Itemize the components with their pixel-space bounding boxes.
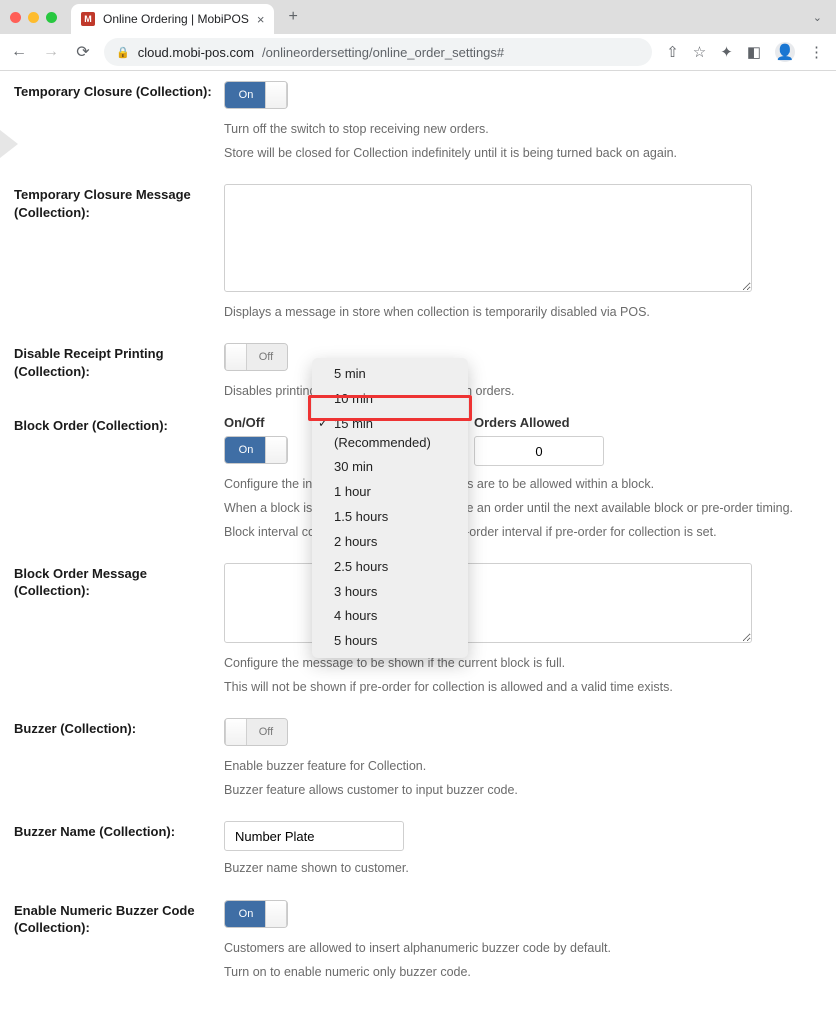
bookmark-icon[interactable]: ☆	[693, 43, 706, 61]
block-order-label: Block Order (Collection):	[14, 415, 224, 541]
orders-allowed-input[interactable]	[474, 436, 604, 466]
numeric-buzzer-label: Enable Numeric Buzzer Code (Collection):	[14, 900, 224, 981]
reload-button[interactable]: ⟳	[72, 42, 94, 62]
favicon-icon: M	[81, 12, 95, 26]
toggle-off-label: Off	[245, 719, 287, 745]
toggle-knob	[225, 344, 247, 370]
tab-overflow-icon[interactable]: ⌄	[813, 11, 836, 24]
buzzer-label: Buzzer (Collection):	[14, 718, 224, 799]
url-path: /onlineordersetting/online_order_setting…	[262, 45, 504, 60]
url-input[interactable]: 🔒 cloud.mobi-pos.com/onlineordersetting/…	[104, 38, 652, 66]
close-tab-icon[interactable]: ×	[257, 12, 265, 27]
interval-option[interactable]: 2.5 hours	[312, 555, 468, 580]
interval-option[interactable]: 5 min	[312, 362, 468, 387]
url-domain: cloud.mobi-pos.com	[138, 45, 254, 60]
share-icon[interactable]: ⇧	[666, 43, 679, 61]
toggle-knob	[265, 901, 287, 927]
profile-avatar[interactable]: 👤	[775, 42, 795, 62]
block-order-message-input[interactable]	[224, 563, 752, 643]
toggle-knob	[265, 437, 287, 463]
address-bar: ← → ⟳ 🔒 cloud.mobi-pos.com/onlineorderse…	[0, 34, 836, 70]
toggle-on-label: On	[225, 437, 267, 463]
browser-chrome: M Online Ordering | MobiPOS × + ⌄ ← → ⟳ …	[0, 0, 836, 71]
toolbar-icons: ⇧ ☆ ✦ ◧ 👤 ⋮	[662, 42, 828, 62]
block-order-col-orders: Orders Allowed	[474, 415, 634, 430]
numeric-buzzer-toggle[interactable]: On Off	[224, 900, 288, 928]
buzzer-name-help: Buzzer name shown to customer.	[224, 859, 822, 877]
interval-option[interactable]: 10 min	[312, 387, 468, 412]
interval-option[interactable]: 30 min	[312, 455, 468, 480]
toggle-knob	[225, 719, 247, 745]
interval-option[interactable]: 1 hour	[312, 480, 468, 505]
numeric-buzzer-help2: Turn on to enable numeric only buzzer co…	[224, 963, 822, 981]
toggle-on-label: On	[225, 901, 267, 927]
interval-option[interactable]: 1.5 hours	[312, 505, 468, 530]
extensions-icon[interactable]: ✦	[720, 43, 733, 61]
buzzer-name-label: Buzzer Name (Collection):	[14, 821, 224, 877]
disable-receipt-toggle[interactable]: On Off	[224, 343, 288, 371]
block-order-toggle[interactable]: On Off	[224, 436, 288, 464]
buzzer-help2: Buzzer feature allows customer to input …	[224, 781, 822, 799]
temporary-closure-toggle[interactable]: On Off	[224, 81, 288, 109]
minimize-window-icon[interactable]	[28, 12, 39, 23]
maximize-window-icon[interactable]	[46, 12, 57, 23]
browser-tab[interactable]: M Online Ordering | MobiPOS ×	[71, 4, 274, 34]
toggle-off-label: Off	[245, 344, 287, 370]
settings-page: Temporary Closure (Collection): On Off T…	[0, 71, 836, 1013]
block-order-message-help2: This will not be shown if pre-order for …	[224, 678, 822, 696]
sidepanel-icon[interactable]: ◧	[747, 43, 761, 61]
new-tab-button[interactable]: +	[280, 4, 305, 30]
interval-option[interactable]: 15 min (Recommended)	[312, 412, 468, 456]
menu-icon[interactable]: ⋮	[809, 43, 824, 61]
interval-dropdown[interactable]: 5 min10 min15 min (Recommended)30 min1 h…	[312, 358, 468, 658]
temporary-closure-message-help: Displays a message in store when collect…	[224, 303, 822, 321]
toggle-on-label: On	[225, 82, 267, 108]
temporary-closure-label: Temporary Closure (Collection):	[14, 81, 224, 162]
tab-title: Online Ordering | MobiPOS	[103, 12, 249, 26]
block-order-col-onoff: On/Off	[224, 415, 324, 430]
block-order-message-label: Block Order Message (Collection):	[14, 563, 224, 696]
interval-option[interactable]: 5 hours	[312, 629, 468, 654]
temporary-closure-help1: Turn off the switch to stop receiving ne…	[224, 120, 822, 138]
window-controls[interactable]	[10, 12, 65, 23]
interval-option[interactable]: 2 hours	[312, 530, 468, 555]
buzzer-toggle[interactable]: On Off	[224, 718, 288, 746]
temporary-closure-message-input[interactable]	[224, 184, 752, 292]
interval-option[interactable]: 4 hours	[312, 604, 468, 629]
lock-icon: 🔒	[116, 46, 130, 59]
tab-strip: M Online Ordering | MobiPOS × + ⌄	[0, 0, 836, 34]
toggle-knob	[265, 82, 287, 108]
close-window-icon[interactable]	[10, 12, 21, 23]
buzzer-help1: Enable buzzer feature for Collection.	[224, 757, 822, 775]
interval-option[interactable]: 3 hours	[312, 580, 468, 605]
forward-button: →	[40, 43, 62, 61]
buzzer-name-input[interactable]	[224, 821, 404, 851]
temporary-closure-message-label: Temporary Closure Message (Collection):	[14, 184, 224, 321]
temporary-closure-help2: Store will be closed for Collection inde…	[224, 144, 822, 162]
numeric-buzzer-help1: Customers are allowed to insert alphanum…	[224, 939, 822, 957]
back-button[interactable]: ←	[8, 43, 30, 61]
disable-receipt-label: Disable Receipt Printing (Collection):	[14, 343, 224, 400]
